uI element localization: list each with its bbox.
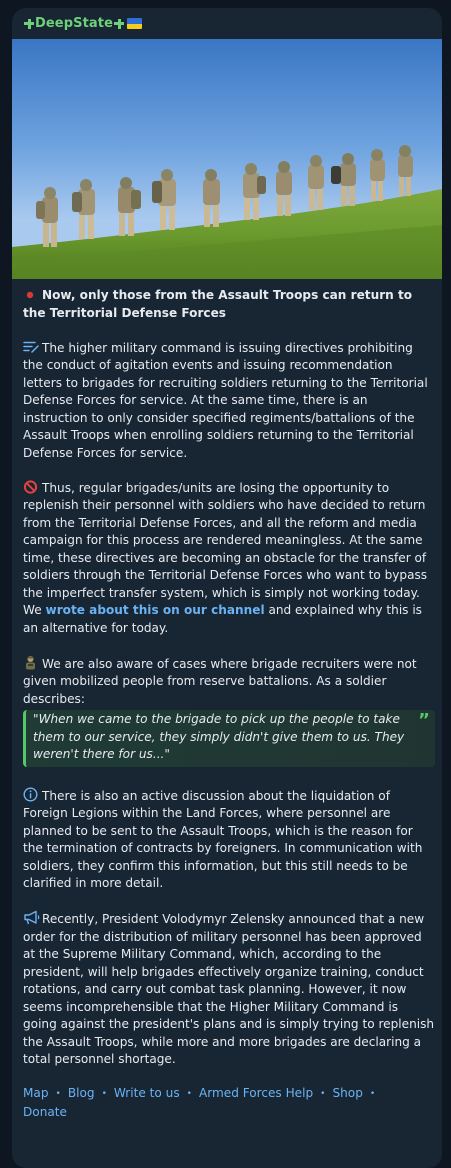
separator-dot: • [186, 1089, 192, 1099]
channel-link[interactable]: wrote about this on our channel [46, 603, 265, 617]
footer-link-armed-forces-help[interactable]: Armed Forces Help [199, 1086, 313, 1100]
separator-dot: • [320, 1089, 326, 1099]
paragraph-recruiters-text: We are also aware of cases where brigade… [23, 656, 417, 706]
post-photo[interactable] [12, 39, 442, 279]
paragraph-recruiters: We are also aware of cases where brigade… [23, 655, 435, 709]
quote-mark-icon: ” [418, 710, 430, 731]
memo-icon [23, 340, 39, 353]
post-text: Now, only those from the Assault Troops … [23, 287, 435, 1121]
footer-link-write-to-us[interactable]: Write to us [114, 1086, 180, 1100]
footer-link-shop[interactable]: Shop [332, 1086, 362, 1100]
paragraph-brigades-text-before: Thus, regular brigades/units are losing … [23, 480, 428, 618]
footer-link-blog[interactable]: Blog [68, 1086, 95, 1100]
footer-link-donate[interactable]: Donate [23, 1105, 67, 1119]
ukraine-flag-icon [127, 18, 143, 29]
channel-name[interactable]: DeepState [24, 16, 143, 31]
separator-dot: • [55, 1089, 61, 1099]
quote-text: "When we came to the brigade to pick up … [33, 712, 405, 761]
paragraph-directives: The higher military command is issuing d… [23, 340, 435, 463]
channel-name-text: DeepState [35, 16, 114, 31]
post-headline: Now, only those from the Assault Troops … [23, 287, 435, 322]
paragraph-zelensky-text: Recently, President Volodymyr Zelensky a… [23, 912, 435, 1066]
green-cross-icon [114, 18, 125, 29]
headline-text: Now, only those from the Assault Troops … [23, 288, 413, 320]
info-icon [23, 786, 38, 802]
separator-dot: • [369, 1089, 376, 1099]
paragraph-legions: There is also an active discussion about… [23, 786, 435, 893]
paragraph-zelensky: Recently, President Volodymyr Zelensky a… [23, 910, 435, 1069]
separator-dot: • [101, 1089, 107, 1099]
paragraph-legions-text: There is also an active discussion about… [23, 788, 423, 891]
paragraph-brigades: Thus, regular brigades/units are losing … [23, 479, 435, 638]
megaphone-icon [23, 910, 40, 925]
green-cross-icon [24, 18, 34, 29]
footer-link-map[interactable]: Map [23, 1086, 49, 1100]
prohibited-icon [23, 479, 38, 494]
footer-links: Map • Blog • Write to us • Armed Forces Help • S… [23, 1084, 435, 1121]
paragraph-directives-text: The higher military command is issuing d… [23, 340, 428, 460]
message-bubble: DeepState Now, only those from the Assau… [12, 8, 442, 1168]
red-dot-icon [23, 288, 38, 301]
soldier-quote: "When we came to the brigade to pick up … [23, 710, 435, 767]
soldier-icon [23, 655, 38, 669]
